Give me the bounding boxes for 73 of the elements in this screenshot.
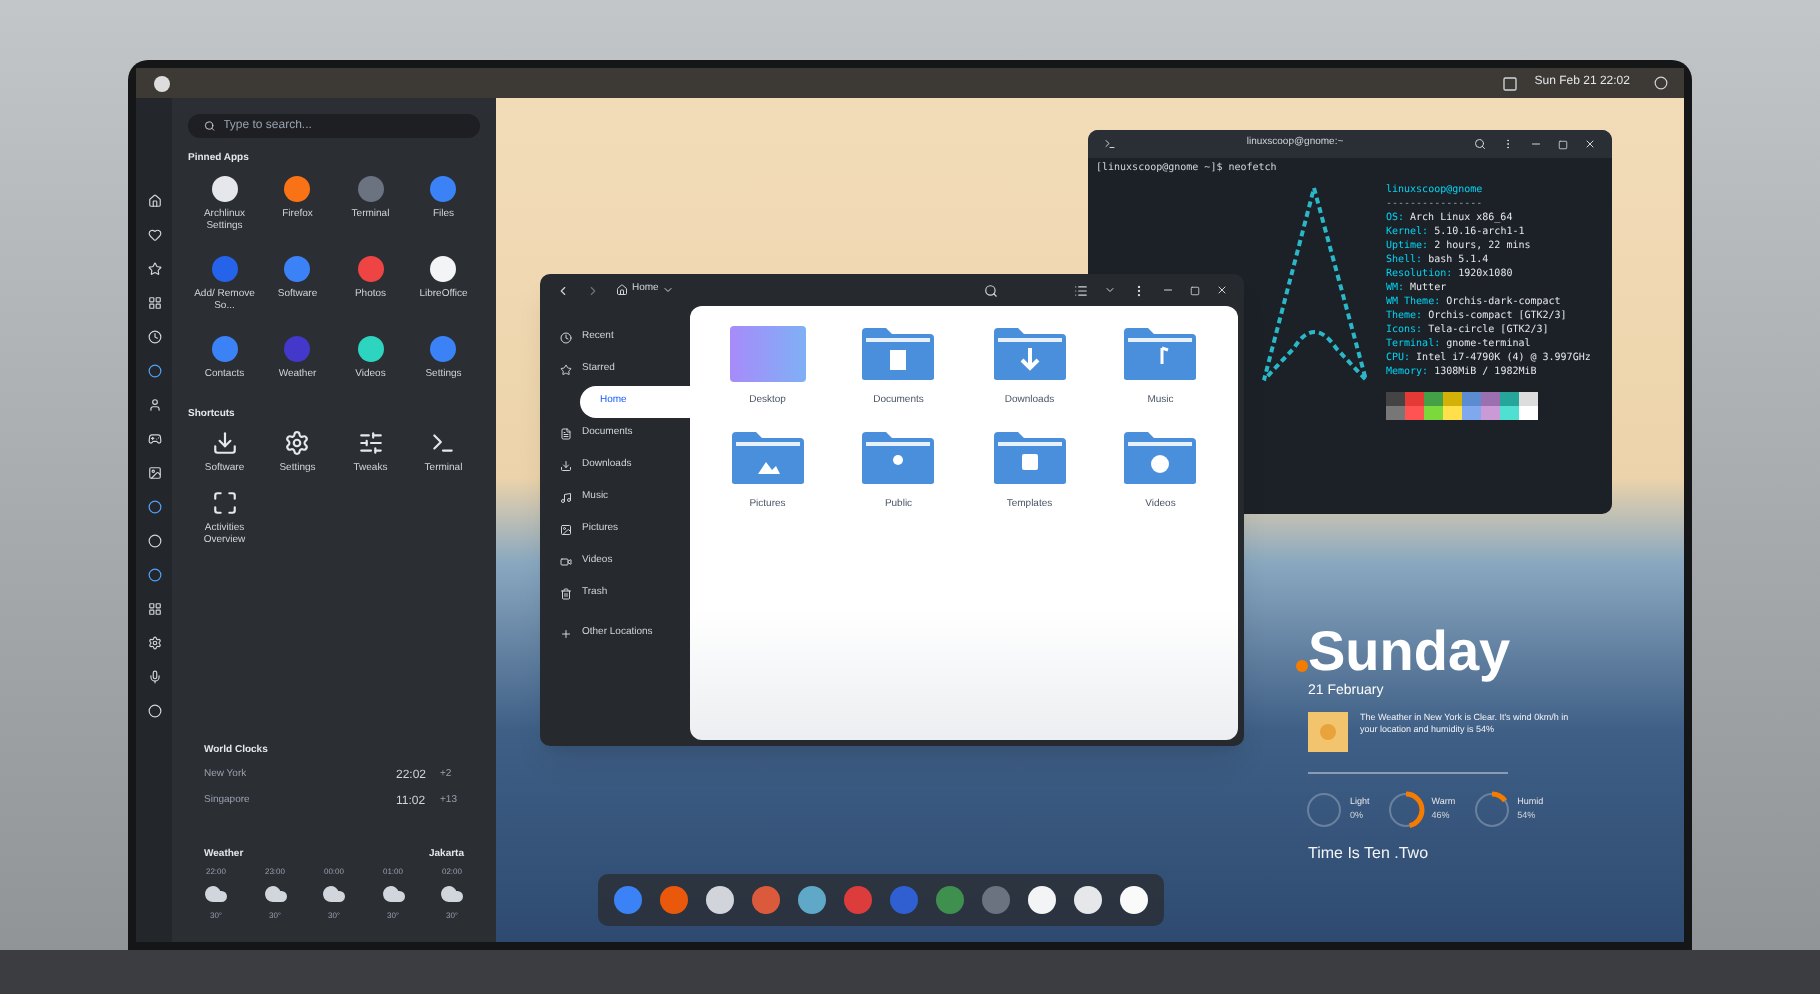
plus-icon [560, 628, 572, 640]
download-icon [211, 430, 238, 456]
folder-icon [1122, 429, 1199, 485]
progress-ring [1385, 789, 1426, 829]
cloud-icon [204, 882, 228, 906]
progress-ring [1471, 789, 1512, 829]
star-icon[interactable] [147, 262, 161, 276]
circle-icon[interactable] [147, 364, 161, 378]
cloud-icon [381, 882, 405, 906]
view-icon[interactable] [1074, 283, 1088, 297]
home-icon[interactable] [147, 194, 161, 208]
cloud-icon [440, 882, 464, 906]
trash-icon [560, 588, 572, 600]
folder-icon [991, 326, 1068, 382]
dock-app-icon[interactable] [706, 886, 734, 914]
search-icon [204, 120, 216, 132]
download-icon [560, 460, 572, 472]
corners-icon [211, 490, 238, 516]
forward-icon[interactable] [586, 283, 600, 297]
microphone-icon[interactable] [147, 670, 161, 684]
clock-icon[interactable] [147, 330, 161, 344]
gamepad-icon[interactable] [147, 432, 161, 446]
status-icon[interactable] [1654, 76, 1668, 90]
caret-icon [662, 284, 675, 296]
cloud-icon [322, 882, 346, 906]
sun-icon [1308, 711, 1348, 751]
video-icon [560, 556, 572, 568]
logo-icon [152, 73, 172, 93]
menu-icon[interactable] [1132, 283, 1146, 297]
time-phrase: Time Is Ten .Two [1308, 841, 1431, 865]
dock-app-icon[interactable] [1074, 886, 1102, 914]
clock-icon [560, 332, 572, 344]
close-icon[interactable] [1216, 284, 1228, 296]
terminal-icon [430, 430, 457, 456]
cloud-icon [263, 882, 287, 906]
search-icon[interactable] [984, 283, 998, 297]
folder-icon [1122, 326, 1199, 382]
circle-icon[interactable] [147, 500, 161, 514]
image-icon[interactable] [147, 466, 161, 480]
dock-app-icon[interactable] [1120, 886, 1148, 914]
music-icon [560, 492, 572, 504]
folder-icon [860, 429, 937, 485]
circle-icon[interactable] [147, 704, 161, 718]
progress-ring [1304, 789, 1344, 829]
person-icon[interactable] [147, 398, 161, 412]
document-icon [560, 428, 572, 440]
caret-icon[interactable] [1104, 284, 1116, 296]
back-icon[interactable] [556, 283, 570, 297]
sliders-icon [357, 430, 384, 456]
grid-icon[interactable] [147, 602, 161, 616]
dock-app-icon[interactable] [1028, 886, 1056, 914]
home-icon [616, 284, 628, 296]
search-icon[interactable] [1474, 138, 1486, 150]
folder-icon [991, 429, 1068, 485]
new-tab-icon[interactable] [1104, 138, 1116, 150]
close-icon[interactable] [1584, 138, 1596, 150]
minimize-icon[interactable] [1530, 138, 1542, 150]
image-icon [560, 524, 572, 536]
maximize-icon[interactable] [1190, 285, 1200, 295]
day-title: Sunday [1308, 622, 1511, 682]
minimize-icon[interactable] [1162, 284, 1174, 296]
folder-icon [729, 429, 806, 485]
gear-icon[interactable] [147, 636, 161, 650]
gear-icon [284, 430, 311, 456]
circle-icon[interactable] [147, 534, 161, 548]
heart-icon[interactable] [147, 228, 161, 242]
folder-icon [860, 326, 937, 382]
screen-icon[interactable] [1502, 75, 1519, 91]
maximize-icon[interactable] [1558, 139, 1568, 149]
circle-icon[interactable] [147, 568, 161, 582]
star-icon [560, 364, 572, 376]
desktop-folder-icon [729, 326, 806, 382]
grid-icon[interactable] [147, 296, 161, 310]
